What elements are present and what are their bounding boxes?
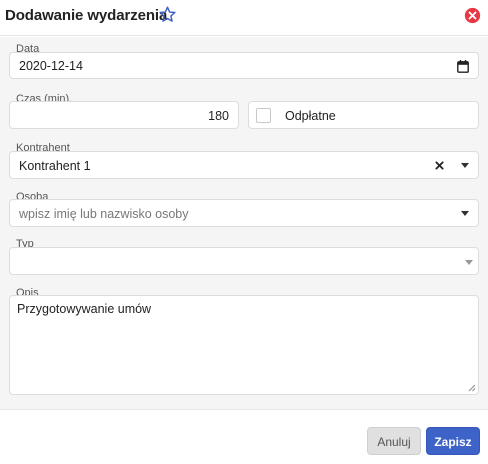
- calendar-icon[interactable]: [457, 60, 469, 73]
- person-select[interactable]: wpisz imię lub nazwisko osoby: [9, 199, 479, 227]
- paid-field: Odpłatne: [248, 101, 479, 129]
- chevron-down-icon[interactable]: [461, 211, 469, 216]
- paid-checkbox[interactable]: [256, 108, 271, 123]
- chevron-down-icon[interactable]: [461, 163, 469, 168]
- star-icon[interactable]: [158, 5, 177, 24]
- dialog-title: Dodawanie wydarzenia: [5, 7, 168, 24]
- person-placeholder: wpisz imię lub nazwisko osoby: [19, 207, 189, 221]
- close-icon[interactable]: [464, 7, 481, 24]
- dialog-footer: Anuluj Zapisz: [0, 409, 488, 464]
- dialog-header: Dodawanie wydarzenia: [0, 0, 488, 36]
- paid-label: Odpłatne: [285, 109, 336, 123]
- description-value: Przygotowywanie umów: [17, 302, 152, 316]
- resize-handle-icon[interactable]: [467, 383, 476, 392]
- contractor-value: Kontrahent 1: [19, 159, 91, 173]
- date-value: 2020-12-14: [19, 59, 83, 73]
- duration-value: 180: [208, 109, 229, 123]
- date-input[interactable]: 2020-12-14: [9, 52, 479, 79]
- description-textarea[interactable]: Przygotowywanie umów: [9, 295, 479, 395]
- clear-x-icon[interactable]: [435, 161, 444, 170]
- type-select[interactable]: [9, 247, 479, 275]
- save-button[interactable]: Zapisz: [426, 427, 480, 455]
- cancel-button[interactable]: Anuluj: [367, 427, 421, 455]
- contractor-select[interactable]: Kontrahent 1: [9, 151, 479, 179]
- duration-input[interactable]: 180: [9, 101, 239, 129]
- chevron-down-icon[interactable]: [465, 260, 473, 265]
